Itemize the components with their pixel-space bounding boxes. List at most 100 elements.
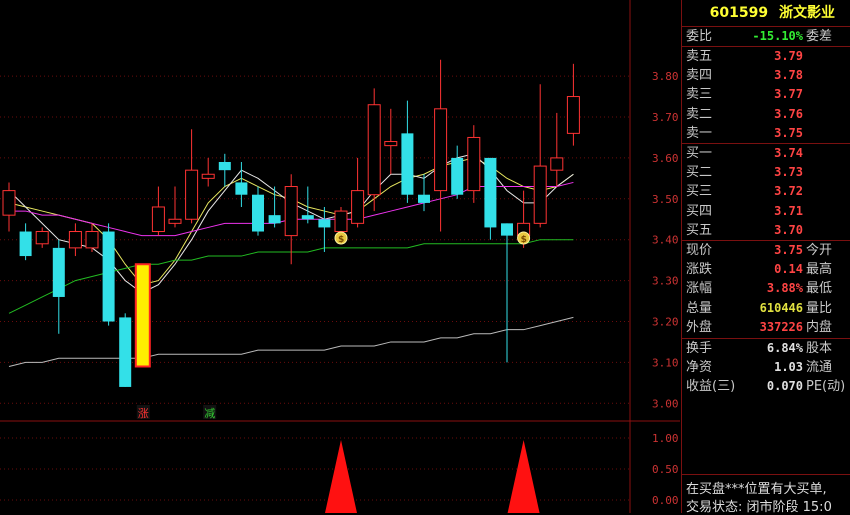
bid-label: 买三: [686, 184, 713, 200]
signal-spike: [325, 440, 357, 513]
candle-body: [235, 182, 248, 195]
candle-body: [19, 231, 32, 257]
candle-body: [102, 231, 115, 322]
y-tick-label: 3.40: [652, 234, 679, 247]
stat-value: 337226: [759, 319, 803, 334]
ask-value: 3.75: [774, 125, 803, 140]
ask-label: 卖三: [686, 87, 713, 103]
bid-label: 买五: [686, 222, 713, 238]
candle-body: [201, 173, 215, 179]
sub-tick-label: 1.00: [652, 432, 679, 445]
weibi-row: 委比 -15.10% 委差: [686, 29, 833, 44]
ma-line-gray: [8, 316, 574, 367]
y-tick-label: 3.20: [652, 316, 679, 329]
candle-body: [85, 231, 99, 249]
bid-label: 买四: [686, 203, 713, 219]
candle-body: [533, 165, 547, 224]
stat-row: 外盘 337226 内盘: [682, 318, 850, 337]
ask-label: 卖二: [686, 106, 713, 122]
stat2-value: 0.070: [766, 379, 803, 394]
candle-body: [168, 218, 182, 224]
quote-panel: 601599 浙文影业 委比 -15.10% 委差 卖五 3.79 卖四 3.78 卖三…: [681, 0, 850, 515]
stat-value: 0.14: [774, 262, 803, 277]
stat2-row: 收益(三) 0.070 PE(动): [682, 377, 850, 396]
candle-body: [384, 141, 398, 147]
bid-value: 3.73: [774, 165, 803, 180]
stock-header[interactable]: 601599 浙文影业: [682, 0, 850, 26]
stat2-value: 6.84%: [766, 341, 803, 355]
candle-body: [351, 190, 365, 224]
ask-label: 卖五: [686, 49, 713, 64]
ask-row: 卖二 3.76: [682, 105, 850, 124]
ask-value: 3.79: [774, 49, 803, 63]
candle-body: [418, 194, 430, 203]
candle-body: [119, 317, 132, 387]
candle-body: [318, 219, 331, 228]
candle-body: [284, 186, 298, 237]
bid-value: 3.71: [774, 203, 803, 218]
stat2-label2: PE(动): [806, 379, 846, 395]
ask-value: 3.77: [774, 87, 803, 102]
candle-body: [451, 157, 464, 195]
candle-body: [185, 169, 199, 220]
candle-body: [334, 210, 348, 233]
candle-body: [367, 104, 381, 196]
candle-body: [218, 161, 231, 171]
stat-value: 610446: [759, 300, 803, 315]
y-tick-label: 3.00: [652, 397, 679, 410]
highlight-candle: [134, 263, 151, 368]
candle-body: [2, 190, 16, 216]
bid-row: 买一 3.74: [682, 144, 850, 163]
bid-row: 买四 3.71: [682, 202, 850, 221]
signal-spike: [507, 440, 540, 513]
bid-row: 买五 3.70: [682, 221, 850, 240]
y-tick-label: 3.30: [652, 275, 679, 288]
stat-label: 现价: [686, 243, 713, 258]
bid-value: 3.74: [774, 146, 803, 160]
stat2-value: 1.03: [774, 360, 803, 375]
bid-label: 买一: [686, 146, 713, 161]
stat-label: 涨幅: [686, 281, 713, 297]
bid-value: 3.72: [774, 184, 803, 199]
stat-label: 外盘: [686, 319, 713, 335]
coin-glyph: $: [521, 235, 527, 245]
stat2-label2: 股本: [806, 341, 833, 356]
stat-row: 涨幅 3.88% 最低: [682, 279, 850, 298]
candle-body: [35, 231, 49, 245]
order-message: 在买盘***位置有大买单,: [686, 482, 827, 497]
stock-code: 601599: [709, 5, 769, 21]
bid-label: 买二: [686, 165, 713, 181]
trade-status: 交易状态: 闭市阶段 15:0: [686, 500, 832, 515]
stat-row: 现价 3.75 今开: [682, 241, 850, 260]
stat-value: 3.75: [774, 243, 803, 257]
candle-body: [401, 133, 414, 195]
candle-body: [484, 157, 497, 228]
stat-value: 3.88%: [766, 281, 803, 296]
candle-body: [501, 223, 513, 236]
ask-label: 卖一: [686, 125, 713, 141]
candle-body: [268, 215, 281, 224]
bid-row: 买三 3.72: [682, 182, 850, 201]
stat2-label: 净资: [686, 360, 713, 376]
stat-label2: 最高: [806, 262, 833, 278]
y-tick-label: 3.60: [652, 152, 679, 165]
candle-body: [151, 206, 165, 233]
candle-body: [434, 108, 448, 192]
sub-tick-label: 0.00: [652, 494, 679, 507]
stat-row: 总量 610446 量比: [682, 299, 850, 318]
stat-label2: 今开: [806, 243, 833, 258]
stat-label: 涨跌: [686, 262, 713, 278]
y-tick-label: 3.80: [652, 70, 679, 83]
stat2-label: 换手: [686, 341, 713, 356]
stat-label2: 最低: [806, 281, 833, 297]
stat-label: 总量: [686, 300, 713, 316]
price-chart: 3.80 3.70 3.60 3.50 3.40 3.30 3.20 3.10 3.00 涨 减 $ $…: [0, 0, 680, 513]
bid-value: 3.70: [774, 222, 803, 237]
sub-tick-label: 0.50: [652, 463, 679, 476]
weibi-value: -15.10%: [752, 29, 803, 43]
ask-label: 卖四: [686, 68, 713, 84]
ask-row: 卖五 3.79: [682, 47, 850, 66]
candle-body: [301, 215, 314, 220]
marker-label: 涨: [138, 407, 149, 420]
candle-body: [252, 194, 264, 232]
